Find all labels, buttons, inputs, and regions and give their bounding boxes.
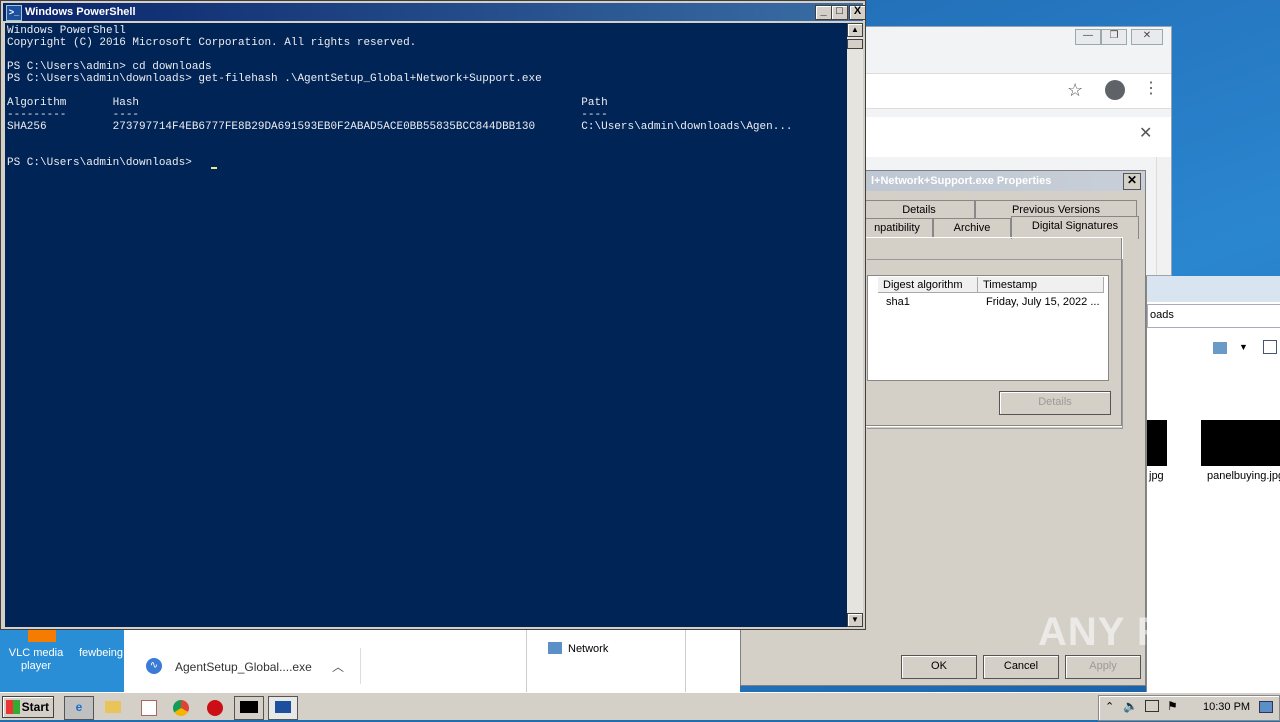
- file-thumbnail[interactable]: [1201, 420, 1280, 466]
- star-icon[interactable]: ☆: [1067, 80, 1083, 101]
- watermark: ANY RUN: [1038, 610, 1227, 654]
- vlc-icon[interactable]: [28, 630, 56, 642]
- media-player-icon[interactable]: [134, 696, 164, 720]
- desktop-icon-label[interactable]: fewbeing: [76, 647, 126, 660]
- chrome-icon[interactable]: [166, 696, 196, 720]
- windows-flag-icon: [6, 700, 20, 714]
- console-line: PS C:\Users\admin\downloads> get-filehas…: [7, 73, 542, 85]
- start-button[interactable]: Start: [2, 696, 54, 718]
- tab-digital-signatures[interactable]: Digital Signatures: [1011, 216, 1139, 239]
- scroll-down-icon[interactable]: ▼: [847, 613, 863, 627]
- info-bar: ✕: [861, 117, 1171, 157]
- vertical-scrollbar[interactable]: ▲ ▼: [847, 23, 863, 627]
- maximize-button[interactable]: □: [831, 5, 848, 20]
- download-file-icon: ∿: [146, 658, 162, 674]
- powershell-window[interactable]: >_ Windows PowerShell _ □ X Windows Powe…: [0, 0, 866, 630]
- powershell-icon: >_: [6, 5, 22, 21]
- digest-cell[interactable]: sha1: [886, 296, 910, 308]
- volume-icon[interactable]: 🔈: [1123, 699, 1138, 713]
- network-tray-icon[interactable]: [1145, 700, 1159, 712]
- view-icon[interactable]: [1213, 342, 1227, 354]
- network-icon: [548, 642, 562, 654]
- timestamp-cell[interactable]: Friday, July 15, 2022 ...: [986, 296, 1100, 308]
- powershell-titlebar: >_ Windows PowerShell _ □ X: [3, 3, 866, 21]
- powershell-taskbar-icon[interactable]: [268, 696, 298, 720]
- signature-list[interactable]: Digest algorithm Timestamp sha1 Friday, …: [867, 275, 1109, 381]
- text-cursor: [211, 167, 217, 169]
- address-bar[interactable]: ☆ ⋮: [861, 73, 1171, 109]
- desktop-icons: VLC media player fewbeing: [0, 630, 124, 692]
- minimize-button[interactable]: _: [815, 5, 832, 20]
- folder-icon[interactable]: [98, 696, 128, 720]
- flag-icon[interactable]: ⚑: [1167, 699, 1178, 713]
- start-label: Start: [21, 700, 49, 714]
- explorer-titlebar: [1147, 276, 1280, 302]
- window-title: Windows PowerShell: [25, 6, 136, 18]
- close-button[interactable]: ✕: [1123, 173, 1141, 190]
- close-button[interactable]: X: [849, 5, 866, 20]
- close-icon[interactable]: ✕: [1139, 123, 1152, 143]
- tab-archive[interactable]: Archive: [933, 218, 1011, 237]
- console-line: PS C:\Users\admin> cd downloads: [7, 61, 212, 73]
- network-label[interactable]: Network: [568, 643, 608, 655]
- tab-compatibility[interactable]: npatibility: [861, 218, 933, 237]
- chevron-up-icon[interactable]: ︿: [332, 658, 344, 675]
- ie-icon[interactable]: e: [64, 696, 94, 720]
- minimize-icon[interactable]: —: [1075, 29, 1101, 45]
- pane-icon[interactable]: [1263, 340, 1277, 354]
- console-output[interactable]: Windows PowerShell Copyright (C) 2016 Mi…: [5, 23, 847, 627]
- scroll-thumb[interactable]: [847, 39, 863, 49]
- tray-expand-icon[interactable]: ⌃: [1105, 700, 1114, 713]
- console-line: Algorithm Hash Path: [7, 97, 608, 109]
- console-line: --------- ---- ----: [7, 109, 608, 121]
- desktop-icon-label[interactable]: VLC media player: [4, 647, 68, 673]
- tab-details[interactable]: Details: [863, 200, 975, 219]
- close-icon[interactable]: ✕: [1131, 29, 1163, 45]
- divider: [360, 648, 361, 684]
- console-line: Windows PowerShell: [7, 25, 126, 37]
- column-timestamp[interactable]: Timestamp: [978, 277, 1104, 293]
- address-field[interactable]: oads: [1147, 304, 1280, 328]
- system-tray: ⌃ 🔈 ⚑ 10:30 PM: [1098, 695, 1280, 721]
- file-thumbnail[interactable]: [1147, 420, 1167, 466]
- show-desktop-icon[interactable]: [1259, 701, 1273, 713]
- account-icon[interactable]: [1105, 80, 1125, 100]
- file-label[interactable]: jpg: [1149, 470, 1164, 482]
- details-button[interactable]: Details: [999, 391, 1111, 415]
- console-line: SHA256 273797714F4EB6777FE8B29DA691593EB…: [7, 121, 793, 133]
- chevron-down-icon[interactable]: ▼: [1239, 342, 1248, 352]
- network-panel: [526, 630, 686, 692]
- scrollbar[interactable]: [1156, 157, 1171, 275]
- ok-button[interactable]: OK: [901, 655, 977, 679]
- taskbar: Start e ⌃ 🔈 ⚑ 10:30 PM: [0, 692, 1280, 721]
- column-digest[interactable]: Digest algorithm: [878, 277, 978, 293]
- console-line: Copyright (C) 2016 Microsoft Corporation…: [7, 37, 417, 49]
- file-label[interactable]: panelbuying.jpg: [1207, 470, 1280, 482]
- clock[interactable]: 10:30 PM: [1203, 701, 1250, 713]
- opera-icon[interactable]: [200, 696, 230, 720]
- download-filename[interactable]: AgentSetup_Global....exe: [175, 660, 312, 674]
- cmd-icon[interactable]: [234, 696, 264, 720]
- scroll-up-icon[interactable]: ▲: [847, 23, 863, 37]
- more-icon[interactable]: ⋮: [1143, 78, 1159, 98]
- restore-icon[interactable]: ❐: [1101, 29, 1127, 45]
- console-prompt: PS C:\Users\admin\downloads>: [7, 157, 199, 169]
